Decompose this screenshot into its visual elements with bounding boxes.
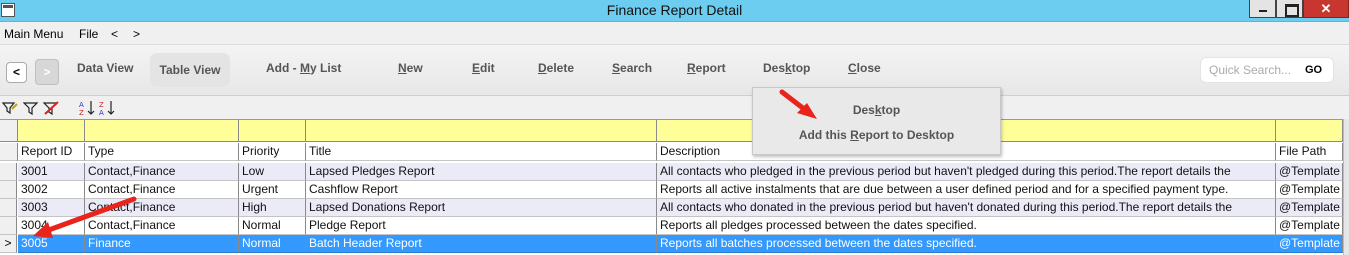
filter-toolbar: A Z Z A xyxy=(0,97,1349,119)
report-grid: Report ID Type Priority Title Descriptio… xyxy=(0,119,1343,255)
table-row[interactable]: 3003 Contact,Finance High Lapsed Donatio… xyxy=(0,199,1343,217)
menu-bar: Main Menu File < > xyxy=(0,22,1349,44)
cell-description: All contacts who donated in the previous… xyxy=(657,199,1276,217)
table-row[interactable]: 3001 Contact,Finance Low Lapsed Pledges … xyxy=(0,163,1343,181)
cell-report-id: 3005 xyxy=(18,235,85,253)
filter-edit-icon[interactable] xyxy=(2,100,18,116)
svg-text:Z: Z xyxy=(79,109,84,116)
data-view-button[interactable]: Data View xyxy=(77,61,133,75)
filter-icon[interactable] xyxy=(23,100,39,116)
column-header-file-path[interactable]: File Path xyxy=(1276,143,1343,161)
cell-file-path: @Template xyxy=(1276,163,1343,181)
cell-report-id: 3004 xyxy=(18,217,85,235)
row-indicator[interactable] xyxy=(0,199,17,217)
column-header-priority[interactable]: Priority xyxy=(239,143,306,161)
report-button[interactable]: Report xyxy=(687,61,726,75)
cell-file-path: @Template xyxy=(1276,235,1343,253)
row-indicator[interactable] xyxy=(0,163,17,181)
cell-type: Contact,Finance xyxy=(85,181,239,199)
table-row[interactable]: 3004 Contact,Finance Normal Pledge Repor… xyxy=(0,217,1343,235)
desktop-button[interactable]: Desktop xyxy=(763,61,810,75)
cell-description: Reports all active instalments that are … xyxy=(657,181,1276,199)
cell-priority: Low xyxy=(239,163,306,181)
column-header-type[interactable]: Type xyxy=(85,143,239,161)
window-title: Finance Report Detail xyxy=(606,2,743,18)
row-indicator[interactable] xyxy=(0,217,17,235)
svg-text:Z: Z xyxy=(99,101,104,109)
menu-forward[interactable]: > xyxy=(133,27,140,41)
add-my-list-button[interactable]: Add - My List xyxy=(266,61,341,75)
cell-type: Contact,Finance xyxy=(85,163,239,181)
vertical-scrollbar[interactable] xyxy=(1343,119,1349,255)
menu-file[interactable]: File xyxy=(79,27,98,41)
cell-type: Contact,Finance xyxy=(85,199,239,217)
search-button[interactable]: Search xyxy=(612,61,652,75)
cell-report-id: 3002 xyxy=(18,181,85,199)
menu-main[interactable]: Main Menu xyxy=(4,27,63,41)
grid-header-row: Report ID Type Priority Title Descriptio… xyxy=(0,143,1343,161)
quick-search-placeholder: Quick Search... xyxy=(1209,63,1292,77)
forward-button[interactable]: > xyxy=(35,59,59,85)
column-header-report-id[interactable]: Report ID xyxy=(18,143,85,161)
svg-text:A: A xyxy=(79,101,84,109)
sort-ascending-icon[interactable]: A Z xyxy=(79,100,95,116)
back-button[interactable]: < xyxy=(6,62,27,83)
cell-type: Finance xyxy=(85,235,239,253)
cell-report-id: 3003 xyxy=(18,199,85,217)
cell-type: Contact,Finance xyxy=(85,217,239,235)
table-row-selected[interactable]: > 3005 Finance Normal Batch Header Repor… xyxy=(0,235,1343,253)
title-bar: Finance Report Detail xyxy=(0,0,1349,22)
cell-title: Lapsed Pledges Report xyxy=(306,163,657,181)
maximize-button[interactable] xyxy=(1276,0,1303,18)
menu-item-desktop[interactable]: Desktop xyxy=(753,103,1000,117)
clear-filter-icon[interactable] xyxy=(43,100,59,116)
grid-filter-row[interactable] xyxy=(0,120,1343,142)
cell-description: Reports all batches processed between th… xyxy=(657,235,1276,253)
cell-title: Lapsed Donations Report xyxy=(306,199,657,217)
close-window-button[interactable] xyxy=(1303,0,1349,18)
cell-description: Reports all pledges processed between th… xyxy=(657,217,1276,235)
cell-priority: Urgent xyxy=(239,181,306,199)
cell-title: Batch Header Report xyxy=(306,235,657,253)
table-row[interactable]: 3002 Contact,Finance Urgent Cashflow Rep… xyxy=(0,181,1343,199)
cell-title: Cashflow Report xyxy=(306,181,657,199)
cell-title: Pledge Report xyxy=(306,217,657,235)
table-view-button[interactable]: Table View xyxy=(150,53,230,87)
sort-descending-icon[interactable]: Z A xyxy=(99,100,115,116)
desktop-dropdown-menu: Desktop Add this Report to Desktop xyxy=(752,87,1001,155)
cell-priority: Normal xyxy=(239,235,306,253)
cell-description: All contacts who pledged in the previous… xyxy=(657,163,1276,181)
toolbar: < > Data View Table View Add - My List N… xyxy=(0,44,1349,96)
row-indicator-current[interactable]: > xyxy=(0,235,17,253)
row-indicator[interactable] xyxy=(0,181,17,199)
edit-button[interactable]: Edit xyxy=(472,61,495,75)
cell-file-path: @Template xyxy=(1276,199,1343,217)
close-button[interactable]: Close xyxy=(848,61,881,75)
menu-back[interactable]: < xyxy=(111,27,118,41)
quick-search-input[interactable]: Quick Search... GO xyxy=(1200,57,1334,83)
go-button[interactable]: GO xyxy=(1305,64,1322,76)
new-button[interactable]: New xyxy=(398,61,423,75)
svg-text:A: A xyxy=(99,109,104,116)
menu-item-add-report-to-desktop[interactable]: Add this Report to Desktop xyxy=(753,128,1000,142)
cell-file-path: @Template xyxy=(1276,217,1343,235)
minimize-button[interactable] xyxy=(1249,0,1276,18)
delete-button[interactable]: Delete xyxy=(538,61,574,75)
column-header-title[interactable]: Title xyxy=(306,143,657,161)
cell-report-id: 3001 xyxy=(18,163,85,181)
cell-priority: High xyxy=(239,199,306,217)
cell-priority: Normal xyxy=(239,217,306,235)
cell-file-path: @Template xyxy=(1276,181,1343,199)
